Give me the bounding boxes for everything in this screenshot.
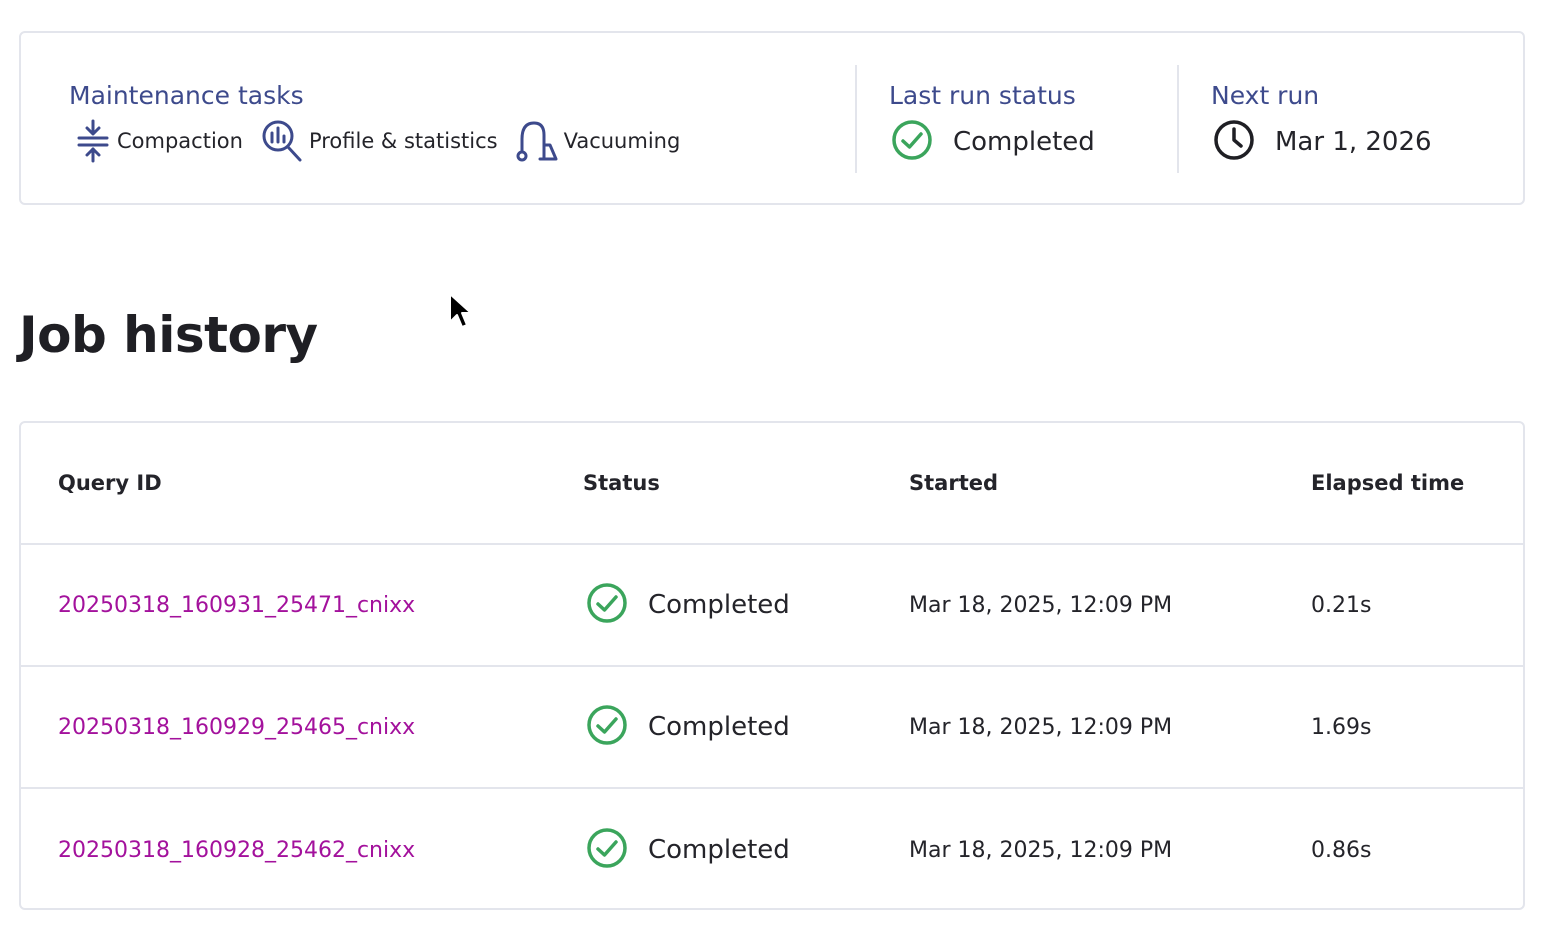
started-text: Mar 18, 2025, 12:09 PM xyxy=(909,592,1173,618)
table-row: 20250318_160928_25462_cnixx Completed Ma… xyxy=(21,789,1523,908)
next-run-status: Mar 1, 2026 xyxy=(1213,119,1432,165)
query-id-link[interactable]: 20250318_160929_25465_cnixx xyxy=(58,715,415,740)
elapsed-cell: 0.21s xyxy=(1311,545,1371,665)
page-title: Job history xyxy=(19,306,318,364)
query-id-link[interactable]: 20250318_160931_25471_cnixx xyxy=(58,593,415,618)
maintenance-tasks-section: Maintenance tasks Compaction Profile & s… xyxy=(21,33,857,203)
table-row: 20250318_160929_25465_cnixx Completed Ma… xyxy=(21,667,1523,789)
clock-icon xyxy=(1213,119,1255,165)
profile-statistics-icon xyxy=(261,119,303,163)
check-circle-icon xyxy=(586,827,628,873)
column-header-query-id[interactable]: Query ID xyxy=(58,471,162,495)
vacuum-icon xyxy=(516,119,558,163)
table-row: 20250318_160931_25471_cnixx Completed Ma… xyxy=(21,545,1523,667)
next-run-label: Next run xyxy=(1211,81,1320,110)
status-text: Completed xyxy=(648,712,790,742)
check-circle-icon xyxy=(891,119,933,165)
column-header-status[interactable]: Status xyxy=(583,471,660,495)
status-text: Completed xyxy=(648,590,790,620)
task-label: Profile & statistics xyxy=(308,129,498,153)
status-cell: Completed xyxy=(586,789,790,908)
last-run-status: Completed xyxy=(891,119,1095,165)
started-text: Mar 18, 2025, 12:09 PM xyxy=(909,837,1173,863)
last-run-label: Last run status xyxy=(889,81,1076,110)
status-cell: Completed xyxy=(586,545,790,665)
query-id-link[interactable]: 20250318_160928_25462_cnixx xyxy=(58,838,415,863)
task-label: Vacuuming xyxy=(563,129,681,153)
maintenance-summary-card: Maintenance tasks Compaction Profile & s… xyxy=(19,31,1525,205)
started-text: Mar 18, 2025, 12:09 PM xyxy=(909,714,1173,740)
started-cell: Mar 18, 2025, 12:09 PM xyxy=(909,789,1173,908)
next-run-section: Next run Mar 1, 2026 xyxy=(1179,33,1525,203)
task-vacuuming: Vacuuming xyxy=(516,119,681,163)
next-run-value: Mar 1, 2026 xyxy=(1275,127,1432,157)
last-run-section: Last run status Completed xyxy=(857,33,1177,203)
query-id-cell: 20250318_160928_25462_cnixx xyxy=(58,789,415,908)
task-profile-statistics: Profile & statistics xyxy=(261,119,498,163)
elapsed-cell: 1.69s xyxy=(1311,667,1371,787)
compaction-icon xyxy=(75,119,111,163)
column-header-started[interactable]: Started xyxy=(909,471,998,495)
maintenance-task-list: Compaction Profile & statistics Vacuumin… xyxy=(75,119,698,163)
elapsed-text: 1.69s xyxy=(1311,714,1372,740)
task-compaction: Compaction xyxy=(75,119,243,163)
task-label: Compaction xyxy=(117,129,243,153)
query-id-cell: 20250318_160929_25465_cnixx xyxy=(58,667,415,787)
job-history-table: Query ID Status Started Elapsed time 202… xyxy=(19,421,1525,910)
check-circle-icon xyxy=(586,704,628,750)
elapsed-text: 0.21s xyxy=(1311,592,1372,618)
elapsed-text: 0.86s xyxy=(1311,837,1372,863)
column-header-elapsed-time[interactable]: Elapsed time xyxy=(1311,471,1464,495)
started-cell: Mar 18, 2025, 12:09 PM xyxy=(909,545,1172,665)
query-id-cell: 20250318_160931_25471_cnixx xyxy=(58,545,415,665)
status-text: Completed xyxy=(648,835,790,865)
elapsed-cell: 0.86s xyxy=(1311,789,1372,908)
maintenance-tasks-label: Maintenance tasks xyxy=(69,81,304,110)
check-circle-icon xyxy=(586,582,628,628)
last-run-value: Completed xyxy=(953,127,1095,157)
mouse-cursor-icon xyxy=(449,293,472,328)
status-cell: Completed xyxy=(586,667,790,787)
table-header: Query ID Status Started Elapsed time xyxy=(21,423,1523,545)
started-cell: Mar 18, 2025, 12:09 PM xyxy=(909,667,1172,787)
